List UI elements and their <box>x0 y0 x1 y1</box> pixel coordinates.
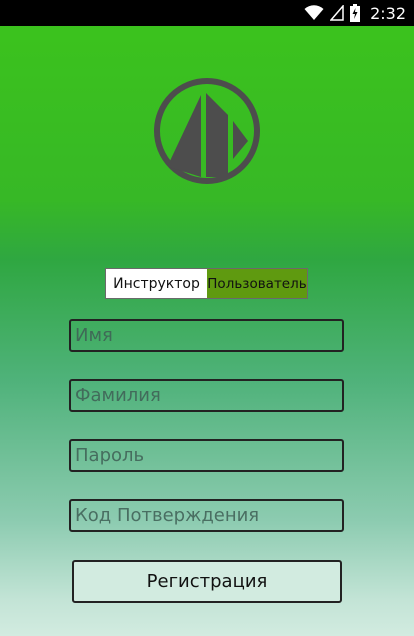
status-icons: 2:32 <box>304 0 406 26</box>
role-option-user[interactable]: Пользователь <box>207 269 307 298</box>
first-name-input[interactable] <box>69 319 344 352</box>
password-input[interactable] <box>69 439 344 472</box>
register-button[interactable]: Регистрация <box>72 560 342 603</box>
status-bar: 2:32 <box>0 0 414 26</box>
signal-icon <box>330 5 344 21</box>
confirmation-code-input[interactable] <box>69 499 344 532</box>
wifi-icon <box>304 5 324 20</box>
mountain-logo-icon <box>154 78 260 184</box>
clock: 2:32 <box>370 3 406 23</box>
role-toggle: Инструктор Пользователь <box>105 268 308 299</box>
last-name-input[interactable] <box>69 379 344 412</box>
battery-icon <box>350 4 361 22</box>
role-option-instructor[interactable]: Инструктор <box>106 269 207 298</box>
